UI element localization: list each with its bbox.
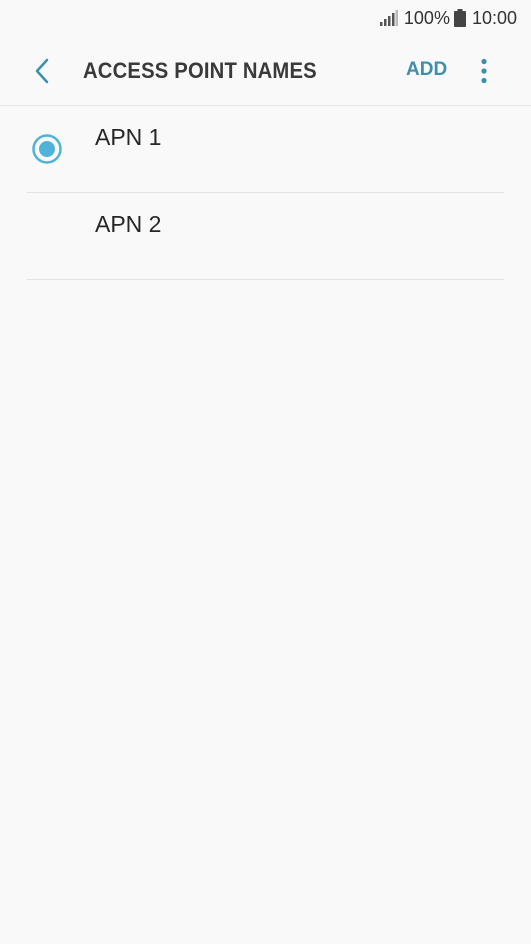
page-title: ACCESS POINT NAMES xyxy=(83,58,317,83)
apn-item-2[interactable]: APN 2 xyxy=(0,193,531,280)
apn-list: APN 1 APN 2 xyxy=(0,106,531,280)
chevron-left-icon xyxy=(35,58,49,84)
more-vertical-icon xyxy=(481,58,487,84)
more-options-button[interactable] xyxy=(470,56,498,86)
apn-label: APN 2 xyxy=(95,211,162,237)
battery-icon xyxy=(453,9,466,27)
apn-item-1[interactable]: APN 1 xyxy=(0,106,531,193)
divider xyxy=(27,279,504,280)
signal-icon xyxy=(379,10,398,26)
status-time: 10:00 xyxy=(471,7,517,28)
app-bar: ACCESS POINT NAMES ADD xyxy=(0,36,531,106)
add-button[interactable]: ADD xyxy=(406,59,447,81)
back-button[interactable] xyxy=(28,57,56,85)
radio-selected-icon[interactable] xyxy=(31,133,63,165)
status-bar: 100% 10:00 xyxy=(0,0,531,36)
battery-level: 100% xyxy=(403,7,450,28)
apn-label: APN 1 xyxy=(95,124,162,150)
